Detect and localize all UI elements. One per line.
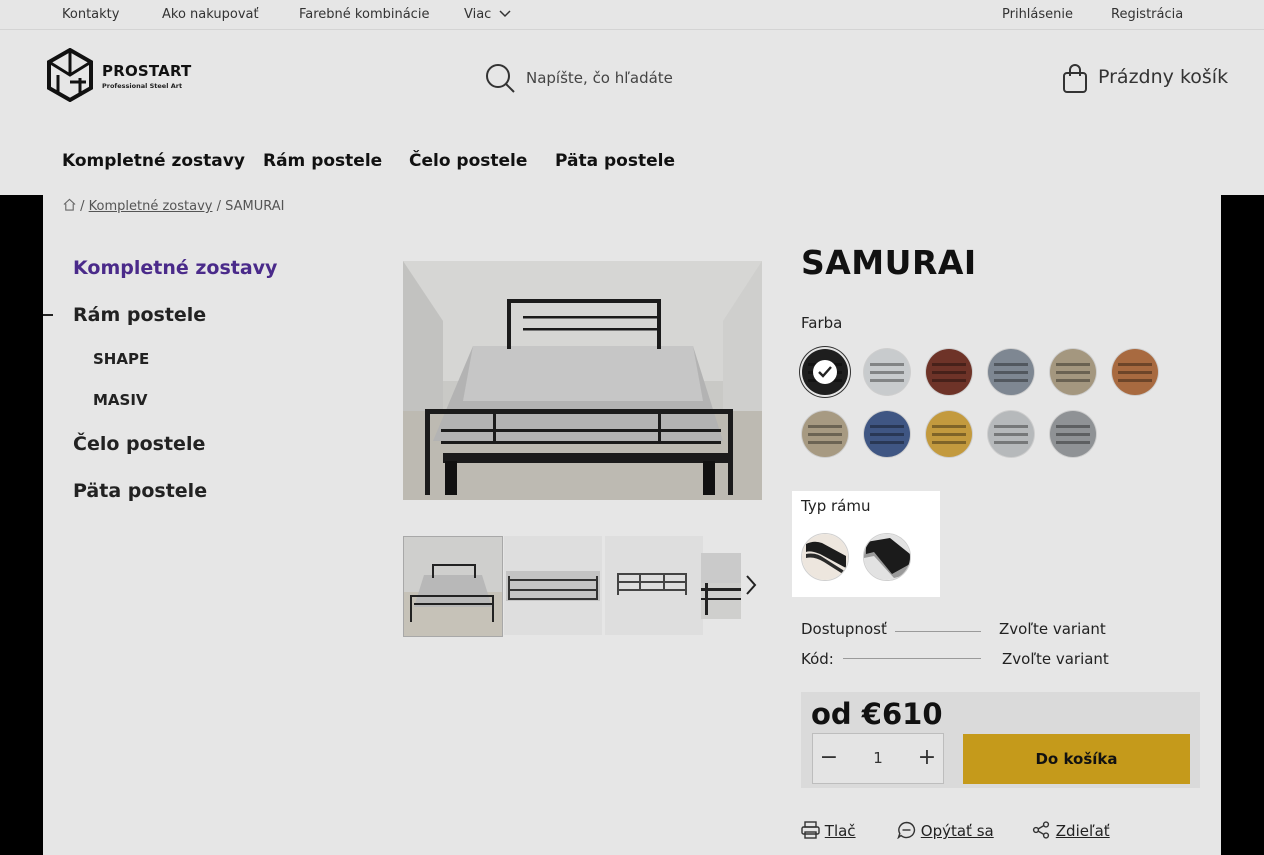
top-bar: Kontakty Ako nakupovať Farebné kombináci… [0,0,1264,29]
quantity-stepper: − 1 + [812,733,944,784]
topbar-link-how-to-buy[interactable]: Ako nakupovať [162,7,259,22]
frame-type-option-square[interactable] [863,533,911,581]
square-frame-icon [864,534,910,580]
product-title: SAMURAI [801,243,977,282]
breadcrumb-separator: / [216,199,226,214]
sidebar-item-bed-frame[interactable]: Rám postele [73,304,206,326]
sidebar-subitem-shape[interactable]: SHAPE [93,350,149,368]
breadcrumb: / Kompletné zostavy / SAMURAI [63,198,285,214]
thumb-image [701,553,741,615]
code-value: Zvoľte variant [1002,650,1109,668]
collapse-dash-icon[interactable] [43,314,53,316]
thumb-image [404,537,502,636]
minus-icon[interactable]: − [817,747,841,771]
availability-value: Zvoľte variant [999,620,1106,638]
chat-bubble-icon [897,821,916,840]
cart-button[interactable]: Prázdny košík [1060,60,1240,100]
home-icon[interactable] [63,198,76,211]
frame-type-option-round[interactable] [801,533,849,581]
availability-label: Dostupnosť [801,620,887,638]
shopping-bag-icon [1063,64,1087,93]
divider [895,631,981,632]
search-icon [486,64,515,93]
bed-photo [403,261,762,500]
sidebar-item-complete-sets[interactable]: Kompletné zostavy [73,257,277,279]
breadcrumb-separator: / [80,199,89,214]
breadcrumb-current: SAMURAI [225,199,285,214]
page-content: / Kompletné zostavy / SAMURAI Kompletné … [43,195,1221,855]
color-label: Farba [801,314,843,332]
color-swatch[interactable] [864,349,910,395]
sidebar-item-footboard[interactable]: Päta postele [73,480,207,502]
divider [843,658,981,659]
color-swatch[interactable] [1050,349,1096,395]
logo-mark-icon [47,48,93,102]
color-swatch[interactable] [1050,411,1096,457]
product-main-image[interactable] [403,261,762,500]
color-swatch[interactable] [926,411,972,457]
share-link[interactable]: Zdieľať [1032,821,1110,840]
ask-question-link[interactable]: Opýtať sa [897,821,994,840]
logo-name: PROSTART [102,62,192,80]
site-logo[interactable]: PROSTART Professional Steel Art [46,48,191,104]
sidebar-item-headboard[interactable]: Čelo postele [73,433,205,455]
frame-type-label: Typ rámu [801,497,871,515]
frame-type-selector: Typ rámu [792,491,940,597]
main-nav: Kompletné zostavy Rám postele Čelo poste… [0,127,1264,195]
round-frame-icon [802,534,848,580]
register-link[interactable]: Registrácia [1111,7,1183,22]
code-label: Kód: [801,650,834,668]
product-thumbnail[interactable] [605,536,703,635]
chevron-down-icon [499,10,512,18]
thumb-image [617,573,687,595]
color-swatch[interactable] [802,349,848,395]
topbar-link-color-combinations[interactable]: Farebné kombinácie [299,7,429,22]
color-swatch[interactable] [1112,349,1158,395]
more-label: Viac [464,7,492,22]
search-input[interactable]: Napíšte, čo hľadáte [484,60,784,96]
product-thumbnail[interactable] [403,536,503,637]
nav-item-headboard[interactable]: Čelo postele [409,151,527,171]
color-swatch[interactable] [802,411,848,457]
topbar-link-contacts[interactable]: Kontakty [62,7,119,22]
breadcrumb-link-complete-sets[interactable]: Kompletné zostavy [89,199,213,214]
share-label: Zdieľať [1055,822,1110,840]
login-link[interactable]: Prihlásenie [1002,7,1073,22]
quantity-value[interactable]: 1 [868,749,888,767]
sidebar-subitem-masiv[interactable]: MASIV [93,391,148,409]
add-to-cart-button[interactable]: Do košíka [963,734,1190,784]
share-icon [1032,821,1050,839]
plus-icon[interactable]: + [915,747,939,771]
price-box: od €610 − 1 + Do košíka [801,692,1200,788]
thumb-image [506,571,600,601]
nav-item-bed-frame[interactable]: Rám postele [263,151,382,171]
print-link[interactable]: Tlač [801,821,856,840]
nav-item-complete-sets[interactable]: Kompletné zostavy [62,151,245,171]
product-thumbnail[interactable] [504,536,602,635]
topbar-link-more[interactable]: Viac [464,7,512,22]
color-swatch[interactable] [926,349,972,395]
search-placeholder: Napíšte, čo hľadáte [526,69,673,87]
nav-item-footboard[interactable]: Päta postele [555,151,675,171]
print-label: Tlač [824,822,856,840]
color-swatch[interactable] [988,411,1034,457]
color-swatch[interactable] [988,349,1034,395]
site-header: PROSTART Professional Steel Art Napíšte,… [0,29,1264,128]
ask-label: Opýtať sa [920,822,994,840]
chevron-right-icon[interactable] [744,574,758,596]
product-thumbnail[interactable] [701,553,741,619]
checkmark-icon [813,360,837,384]
printer-icon [801,821,820,839]
color-swatch[interactable] [864,411,910,457]
price: od €610 [811,697,943,731]
logo-tagline: Professional Steel Art [102,82,183,90]
cart-label: Prázdny košík [1098,66,1229,88]
